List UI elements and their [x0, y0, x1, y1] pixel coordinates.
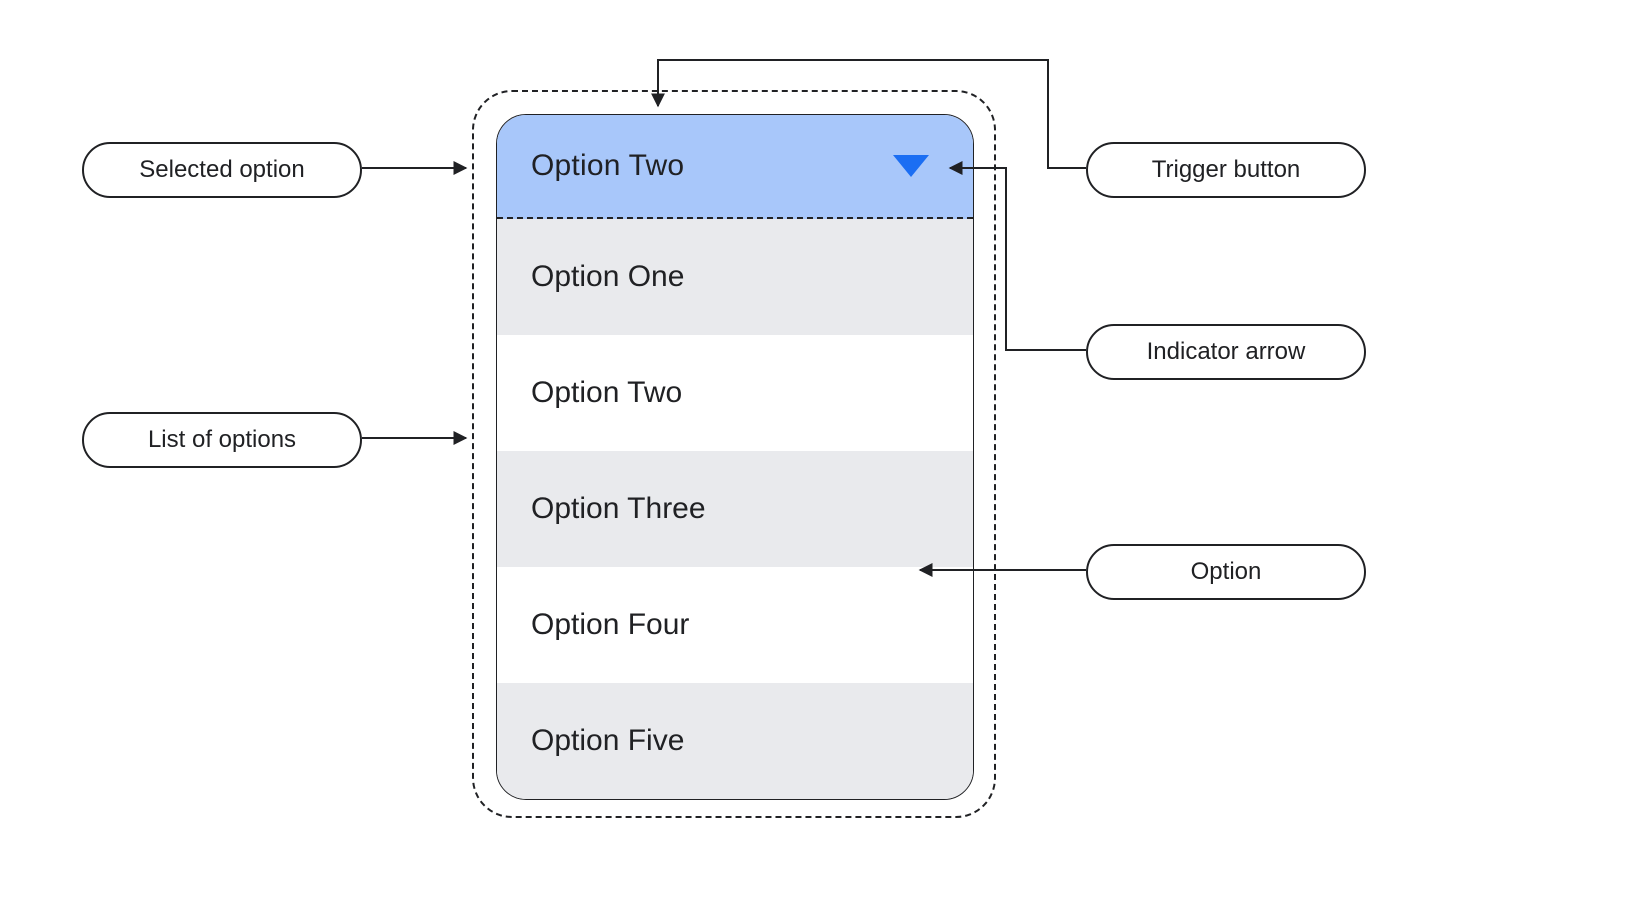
dropdown-option-label: Option Three	[531, 492, 706, 526]
annotation-selected-option: Selected option	[82, 142, 362, 198]
annotation-indicator-arrow: Indicator arrow	[1086, 324, 1366, 380]
dropdown-option-label: Option Five	[531, 724, 684, 758]
chevron-down-icon	[893, 155, 929, 177]
dropdown-option-label: Option Four	[531, 608, 689, 642]
dropdown: Option Two Option One Option Two Option …	[496, 114, 974, 800]
dropdown-option[interactable]: Option One	[497, 219, 973, 335]
annotation-option: Option	[1086, 544, 1366, 600]
dropdown-option[interactable]: Option Four	[497, 567, 973, 683]
annotation-label: Trigger button	[1152, 156, 1301, 183]
dropdown-selected-label: Option Two	[531, 149, 684, 183]
annotation-label: Indicator arrow	[1147, 338, 1306, 365]
annotation-label: Selected option	[139, 156, 304, 183]
dropdown-option-label: Option One	[531, 260, 684, 294]
dropdown-option[interactable]: Option Three	[497, 451, 973, 567]
annotation-trigger-button: Trigger button	[1086, 142, 1366, 198]
dropdown-option-label: Option Two	[531, 376, 682, 410]
annotation-list-of-options: List of options	[82, 412, 362, 468]
annotation-label: List of options	[148, 426, 296, 453]
annotation-label: Option	[1191, 558, 1262, 585]
dropdown-anatomy-outline: Option Two Option One Option Two Option …	[472, 90, 996, 818]
dropdown-option[interactable]: Option Five	[497, 683, 973, 799]
dropdown-option[interactable]: Option Two	[497, 335, 973, 451]
dropdown-options-list: Option One Option Two Option Three Optio…	[497, 219, 973, 799]
dropdown-trigger[interactable]: Option Two	[497, 115, 973, 219]
